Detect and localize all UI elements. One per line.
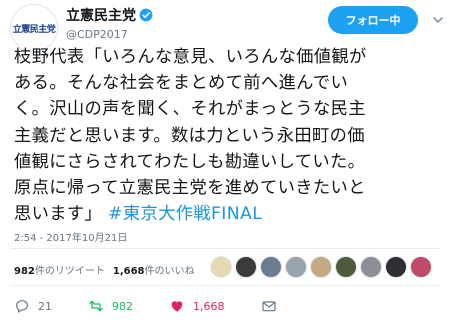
tweet-timestamp[interactable]: 2:54 - 2017年10月21日 <box>14 229 127 244</box>
following-button[interactable]: フォロー中 <box>328 6 418 34</box>
retweet-stat[interactable]: 982件のリツイート <box>14 262 105 277</box>
liker-avatar[interactable] <box>310 256 332 278</box>
liker-avatar[interactable] <box>335 256 357 278</box>
liker-avatar[interactable] <box>360 256 382 278</box>
reply-icon <box>16 300 28 313</box>
heart-icon <box>171 301 183 312</box>
liker-avatar[interactable] <box>285 256 307 278</box>
like-stat-label: 件のいいね <box>144 266 195 277</box>
liker-avatar[interactable] <box>410 256 432 278</box>
like-button[interactable]: 1,668 <box>169 298 225 314</box>
divider <box>10 248 440 249</box>
verified-badge-icon <box>139 8 153 22</box>
liker-avatar[interactable] <box>210 256 232 278</box>
user-info: 立憲民主党 @CDP2017 <box>66 5 153 41</box>
envelope-icon <box>261 301 276 312</box>
direct-message-button[interactable] <box>261 298 277 314</box>
liker-avatar[interactable] <box>235 256 257 278</box>
hashtag-link[interactable]: #東京大作戦FINAL <box>108 204 262 224</box>
tweet-stats: 982件のリツイート 1,668件のいいね <box>14 262 195 277</box>
divider <box>10 285 440 286</box>
liker-avatar[interactable] <box>385 256 407 278</box>
liker-avatar[interactable] <box>260 256 282 278</box>
action-bar: 21 982 1,668 <box>14 298 313 314</box>
like-count: 1,668 <box>193 299 225 313</box>
reply-button[interactable]: 21 <box>14 298 52 314</box>
tweet-body: 枝野代表「いろんな意見、いろんな価値観が ある。そんな社会をまとめて前へ進んでい… <box>14 47 367 225</box>
chevron-down-icon[interactable] <box>432 14 444 26</box>
like-stat-count: 1,668 <box>112 266 145 277</box>
retweet-icon <box>89 300 103 312</box>
tweet-card: 立憲民主党 立憲民主党 @CDP2017 フォロー中 枝野代表「いろんな意見、い… <box>0 0 450 323</box>
name-line: 立憲民主党 <box>66 5 153 25</box>
retweet-stat-count: 982 <box>14 266 35 277</box>
like-stat[interactable]: 1,668件のいいね <box>113 262 195 277</box>
retweet-button[interactable]: 982 <box>88 298 133 314</box>
retweet-stat-label: 件のリツイート <box>34 266 105 277</box>
user-handle[interactable]: @CDP2017 <box>66 28 153 41</box>
avatar-logo: 立憲民主党 <box>12 24 56 35</box>
liker-avatars <box>210 256 432 278</box>
retweet-count: 982 <box>112 299 133 313</box>
reply-count: 21 <box>38 299 52 313</box>
display-name[interactable]: 立憲民主党 <box>66 5 136 25</box>
tweet-text: 枝野代表「いろんな意見、いろんな価値観が ある。そんな社会をまとめて前へ進んでい… <box>14 44 444 227</box>
